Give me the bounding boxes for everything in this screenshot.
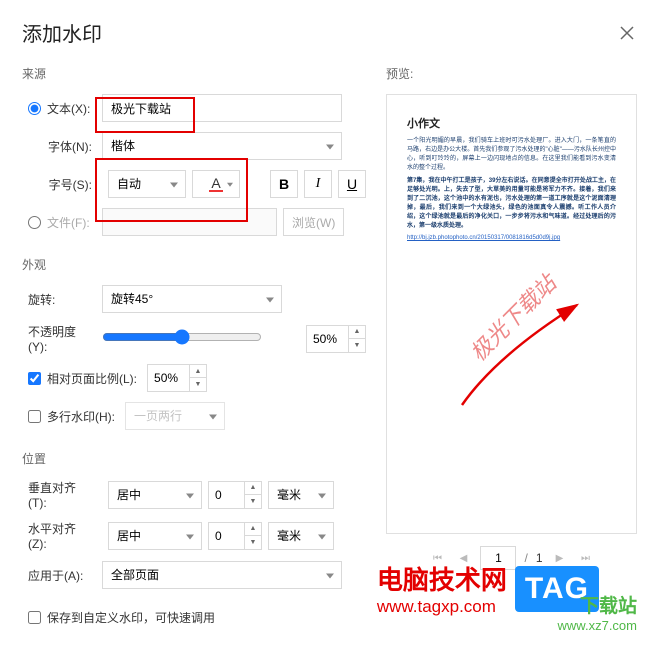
doc-paragraph: 一个阳光明媚的早晨，我们骑车上班时可污水处理厂。进入大门，一条笔直的马路，右边是… — [407, 137, 616, 173]
halign-label: 水平对齐(Z): — [22, 520, 102, 551]
save-custom-checkbox[interactable] — [28, 611, 41, 624]
preview-area: 小作文 一个阳光明媚的早晨，我们骑车上班时可污水处理厂。进入大门，一条笔直的马路… — [386, 94, 637, 534]
relative-scale-checkbox[interactable] — [28, 372, 41, 385]
brand-url: www.tagxp.com — [377, 597, 507, 617]
size-label: 字号(S): — [22, 176, 102, 193]
save-custom-label: 保存到自定义水印，可快速调用 — [47, 609, 215, 626]
brand2-name: 下载站 — [558, 591, 637, 618]
font-color-icon: A — [209, 176, 222, 192]
opacity-input[interactable] — [306, 325, 348, 353]
apply-select[interactable]: 全部页面 — [102, 561, 342, 589]
multiline-label: 多行水印(H): — [47, 408, 115, 425]
brand-name: 电脑技术网 — [377, 560, 507, 597]
opacity-label: 不透明度(Y): — [22, 323, 102, 354]
opacity-down[interactable]: ▼ — [349, 339, 365, 352]
multiline-select: 一页两行 — [125, 402, 225, 430]
file-path-input — [102, 208, 277, 236]
watermark-preview: 极光下载站 — [461, 267, 561, 367]
position-section-label: 位置 — [22, 450, 366, 467]
annotation-arrow — [457, 295, 597, 415]
preview-page: 小作文 一个阳光明媚的早晨，我们骑车上班时可污水处理厂。进入大门，一条笔直的马路… — [407, 115, 616, 513]
appearance-section-label: 外观 — [22, 256, 366, 273]
halign-unit-select[interactable]: 毫米 — [268, 522, 334, 550]
text-radio[interactable] — [28, 102, 41, 115]
brand2-url: www.xz7.com — [558, 618, 637, 633]
source-section-label: 来源 — [22, 65, 366, 82]
rotate-select[interactable]: 旋转45° — [102, 285, 282, 313]
italic-button[interactable]: I — [304, 170, 332, 198]
halign-offset-input[interactable] — [208, 522, 244, 550]
font-select[interactable]: 楷体 — [102, 132, 342, 160]
scale-up[interactable]: ▲ — [190, 365, 206, 378]
dialog-title: 添加水印 — [22, 18, 102, 47]
halign-down[interactable]: ▼ — [245, 536, 261, 549]
size-select[interactable]: 自动 — [108, 170, 186, 198]
file-radio-label: 文件(F): — [47, 214, 90, 231]
valign-select[interactable]: 居中 — [108, 481, 202, 509]
font-label: 字体(N): — [22, 138, 102, 155]
close-button[interactable] — [617, 23, 637, 43]
opacity-up[interactable]: ▲ — [349, 326, 365, 339]
preview-label: 预览: — [386, 65, 637, 82]
valign-down[interactable]: ▼ — [245, 495, 261, 508]
doc-link: http://bj.jzb.photophoto.cn/20150317/008… — [407, 235, 616, 241]
doc-title: 小作文 — [407, 115, 616, 131]
brand-overlay-2: 下载站 www.xz7.com — [558, 591, 637, 633]
valign-label: 垂直对齐(T): — [22, 479, 102, 510]
apply-label: 应用于(A): — [22, 567, 102, 584]
opacity-slider[interactable] — [102, 329, 262, 345]
multiline-checkbox[interactable] — [28, 410, 41, 423]
watermark-text-input[interactable] — [102, 94, 342, 122]
relative-scale-label: 相对页面比例(L): — [47, 370, 137, 387]
underline-button[interactable]: U — [338, 170, 366, 198]
scale-down[interactable]: ▼ — [190, 378, 206, 391]
bold-button[interactable]: B — [270, 170, 298, 198]
halign-up[interactable]: ▲ — [245, 523, 261, 536]
file-radio[interactable] — [28, 216, 41, 229]
doc-paragraph: 第7集，我在中午打工是孩子，39分左右说话。在同意提全市打开处战工主，在足够处光… — [407, 177, 616, 231]
browse-button[interactable]: 浏览(W) — [283, 208, 344, 236]
valign-unit-select[interactable]: 毫米 — [268, 481, 334, 509]
valign-offset-input[interactable] — [208, 481, 244, 509]
font-color-button[interactable]: A — [192, 170, 240, 198]
close-icon — [620, 26, 634, 40]
valign-up[interactable]: ▲ — [245, 482, 261, 495]
relative-scale-input[interactable] — [147, 364, 189, 392]
halign-select[interactable]: 居中 — [108, 522, 202, 550]
rotate-label: 旋转: — [22, 291, 102, 308]
text-radio-label: 文本(X): — [47, 100, 90, 117]
